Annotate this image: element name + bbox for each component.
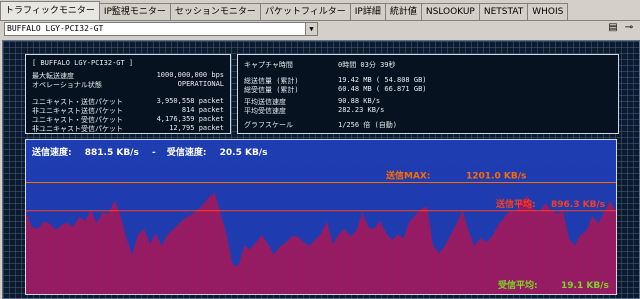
adapter-row-value: 1000,000,000 bps [156,71,224,79]
window-list-icon[interactable]: ▤ [606,22,620,34]
capture-row-label: グラフスケール [244,121,293,129]
capture-row-value: 19.42 MB ( 54.808 GB) [338,76,427,84]
adapter-row-label: 非ユニキャスト受信パケット [32,125,123,133]
adapter-select-value: BUFFALO LGY-PCI32-GT [7,24,104,33]
adapter-select[interactable]: BUFFALO LGY-PCI32-GT ▼ [4,22,318,36]
send-max-label: 送信MAX: [385,169,430,181]
recv-avg-label: 受信平均: [498,279,538,291]
tab-4[interactable]: IP詳細 [349,3,386,20]
capture-info-box: キャプチャ時間 0時間 03分 39秒 総送信量 (累計) 19.42 MB ( 54… [237,54,619,134]
capture-row-value: 0時間 03分 39秒 [338,61,396,69]
tab-bar: トラフィックモニター IP監視モニター セッションモニター パケットフィルター IP詳細… [0,0,640,21]
capture-row-label: 総受信量 (累計) [244,86,299,94]
chevron-down-icon[interactable]: ▼ [305,23,317,35]
adapter-row-value: 12,795 packet [169,124,224,132]
tab-3[interactable]: パケットフィルター [259,3,351,20]
tab-8[interactable]: WHOIS [527,3,569,20]
toolbar: BUFFALO LGY-PCI32-GT ▼ ▤ ⊸ [0,20,640,38]
recv-avg-value: 19.1 KB/s [561,281,609,291]
adapter-row-value: OPERATIONAL [177,80,224,88]
adapter-title: [ BUFFALO LGY-PCI32-GT ] [32,59,134,67]
adapter-row-value: 3,950,558 packet [156,97,224,105]
tab-6[interactable]: NSLOOKUP [420,3,480,20]
recv-speed-value: 20.5 KB/s [219,148,268,158]
speed-readout: 送信速度: 881.5 KB/s - 受信速度: 20.5 KB/s [32,145,267,158]
adapter-row-label: オペレーショナル状態 [32,81,102,89]
traffic-chart-svg: 送信MAX: 1201.0 KB/s 送信平均: 896.3 KB/s 受信平均: 19.… [26,164,616,294]
adapter-row-value: 814 packet [181,106,224,114]
adapter-info-box: [ BUFFALO LGY-PCI32-GT ] 最大転送速度 1000,000,… [25,54,231,134]
pin-icon[interactable]: ⊸ [622,22,636,34]
capture-row-value: 1/256 倍 (自動) [338,121,397,129]
speed-separator: - [151,148,156,158]
capture-row-value: 90.88 KB/s [338,97,381,105]
tab-5[interactable]: 統計値 [384,3,422,20]
recv-speed-label: 受信速度: [166,148,207,158]
send-max-value: 1201.0 KB/s [466,171,526,181]
capture-row-label: 平均受信速度 [244,107,286,115]
capture-row-value: 282.23 KB/s [338,106,385,114]
send-speed-value: 881.5 KB/s [84,148,139,158]
tab-2[interactable]: セッションモニター [169,3,261,20]
tab-7[interactable]: NETSTAT [478,3,529,20]
send-avg-label: 送信平均: [495,198,536,210]
tab-1[interactable]: IP監視モニター [98,3,171,20]
adapter-row-value: 4,176,359 packet [156,115,224,123]
capture-row-value: 60.48 MB ( 66.871 GB) [338,85,427,93]
send-avg-value: 896.3 KB/s [551,200,605,210]
traffic-chart: 送信MAX: 1201.0 KB/s 送信平均: 896.3 KB/s 受信平均: 19.… [25,139,617,295]
tab-0[interactable]: トラフィックモニター [0,1,100,20]
send-speed-label: 送信速度: [32,148,72,158]
capture-row-label: キャプチャ時間 [244,61,293,69]
traffic-monitor-panel: [ BUFFALO LGY-PCI32-GT ] 最大転送速度 1000,000,… [2,40,640,299]
